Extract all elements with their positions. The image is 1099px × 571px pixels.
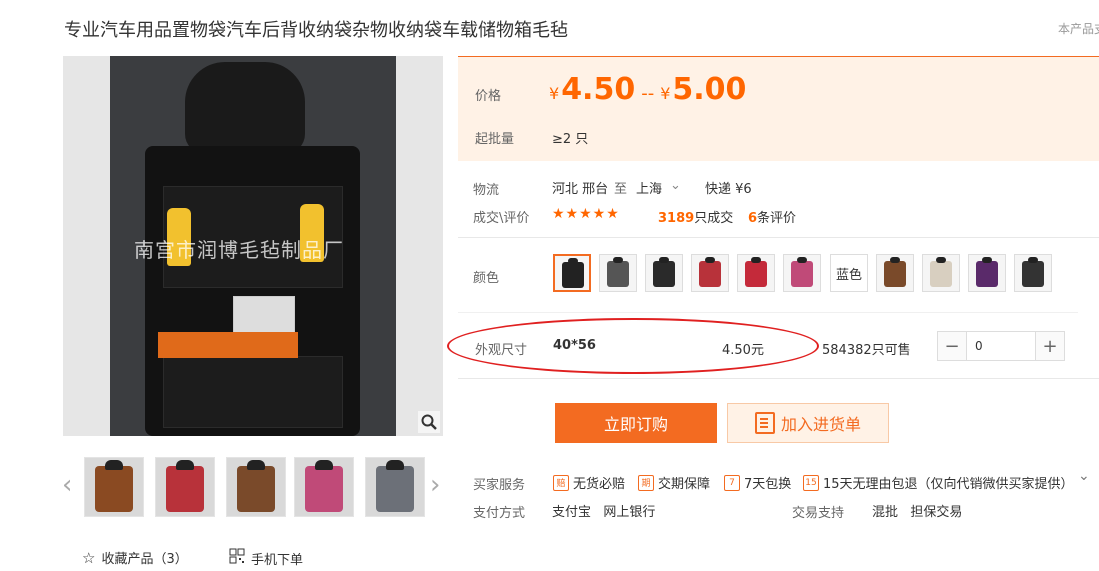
size-value: 40*56 — [553, 338, 596, 353]
services-label: 买家服务 — [473, 478, 526, 493]
favorite-label: 收藏产品（3） — [101, 552, 188, 567]
side-note: 本产品支 — [1058, 22, 1099, 36]
qr-code-icon — [229, 548, 245, 568]
minus-button[interactable]: − — [938, 332, 966, 360]
ship-from: 河北 邢台 — [552, 182, 609, 197]
product-title: 专业汽车用品置物袋汽车后背收纳袋杂物收纳袋车载储物箱毛毡 — [64, 20, 568, 41]
price-low: 4.50 — [561, 72, 636, 107]
express-fee: 快递 ¥6 — [705, 182, 752, 197]
color-swatch-5[interactable] — [737, 254, 775, 292]
service-text: 交期保障 — [658, 477, 711, 492]
price-range: ¥ 4.50 -- ¥ 5.00 — [549, 72, 746, 107]
price-separator: -- — [641, 83, 655, 104]
mobile-order-label: 手机下单 — [251, 552, 304, 568]
quantity-stepper[interactable]: − 0 + — [937, 331, 1065, 361]
price-label: 价格 — [475, 89, 502, 104]
delivery-guarantee-icon: 期 — [638, 474, 654, 491]
thumb-next-arrow-icon[interactable]: › — [430, 470, 440, 500]
product-photo: 南宫市润博毛毡制品厂 — [110, 56, 396, 436]
deals-count-link[interactable]: 3189只成交 — [658, 207, 733, 226]
plus-button[interactable]: + — [1036, 332, 1064, 360]
color-option-blue[interactable]: 蓝色 — [830, 254, 868, 292]
mobile-order-link[interactable]: 手机下单 — [229, 548, 303, 568]
thumbnail-1[interactable] — [84, 457, 144, 517]
ship-to-word: 至 — [614, 182, 628, 197]
currency-symbol: ¥ — [660, 84, 671, 103]
main-product-image[interactable]: 南宫市润博毛毡制品厂 — [63, 56, 443, 436]
thumbnail-4[interactable] — [294, 457, 354, 517]
quantity-input[interactable]: 0 — [966, 332, 1036, 360]
moq-value: ≥2 只 — [552, 132, 589, 147]
stock-available: 584382只可售 — [822, 343, 911, 358]
reviews-text: 条评价 — [757, 211, 797, 226]
thumbnail-2[interactable] — [155, 457, 215, 517]
compensation-icon: 赔 — [553, 474, 569, 491]
service-text: 15天无理由包退（仅向代销微供买家提供） — [823, 477, 1074, 492]
clipboard-icon — [754, 412, 775, 434]
currency-symbol: ¥ — [549, 84, 560, 103]
color-swatch-1[interactable] — [553, 254, 591, 292]
trade-label: 成交\评价 — [473, 211, 530, 226]
ship-to-select[interactable]: 上海 ⌄ — [636, 178, 681, 197]
magnifier-icon[interactable] — [418, 411, 440, 433]
color-swatch-2[interactable] — [599, 254, 637, 292]
headrest-shape — [185, 62, 305, 154]
add-to-cart-button[interactable]: 加入进货单 — [727, 403, 889, 443]
service-text: 7天包换 — [744, 477, 792, 492]
deals-text: 只成交 — [694, 211, 734, 226]
trade-support-methods: 混批 担保交易 — [872, 505, 963, 520]
service-item-2[interactable]: 期 交期保障 — [638, 473, 710, 492]
color-swatch-4[interactable] — [691, 254, 729, 292]
service-item-1[interactable]: 赔 无货必赔 — [553, 473, 625, 492]
price-high: 5.00 — [672, 72, 747, 107]
thumbnail-5[interactable] — [365, 457, 425, 517]
divider — [458, 312, 1078, 313]
seven-day-exchange-icon: 7 — [724, 474, 740, 491]
service-text: 无货必赔 — [573, 477, 626, 492]
logistics-label: 物流 — [473, 183, 500, 198]
thumb-prev-arrow-icon[interactable]: ‹ — [62, 470, 72, 500]
deals-count: 3189 — [658, 211, 695, 226]
service-item-3[interactable]: 7 7天包换 — [724, 473, 791, 492]
color-swatch-10[interactable] — [1014, 254, 1052, 292]
color-swatch-7[interactable] — [876, 254, 914, 292]
chevron-down-icon: ⌄ — [670, 178, 681, 193]
ship-to-value: 上海 — [636, 182, 663, 197]
star-outline-icon: ☆ — [82, 548, 96, 567]
color-swatch-9[interactable] — [968, 254, 1006, 292]
color-label: 颜色 — [473, 271, 500, 286]
payment-label: 支付方式 — [473, 506, 526, 521]
divider — [458, 237, 1099, 238]
reviews-count: 6 — [748, 211, 758, 226]
buy-now-button[interactable]: 立即订购 — [555, 403, 717, 443]
color-swatch-8[interactable] — [922, 254, 960, 292]
payment-methods: 支付宝 网上银行 — [552, 505, 656, 520]
trade-support-label: 交易支持 — [792, 506, 845, 521]
color-swatch-3[interactable] — [645, 254, 683, 292]
add-to-cart-label: 加入进货单 — [780, 415, 861, 434]
size-label: 外观尺寸 — [475, 343, 528, 358]
expand-chevron-down-icon[interactable]: ⌄ — [1078, 468, 1090, 484]
color-swatch-6[interactable] — [783, 254, 821, 292]
image-watermark: 南宫市润博毛毡制品厂 — [134, 238, 344, 262]
service-item-4[interactable]: 15 15天无理由包退（仅向代销微供买家提供） — [803, 473, 1074, 492]
thumbnail-3[interactable] — [226, 457, 286, 517]
rating-stars: ★★★★★ — [552, 206, 620, 222]
fifteen-day-return-icon: 15 — [803, 474, 819, 491]
organizer-shape — [145, 146, 360, 436]
favorite-link[interactable]: ☆ 收藏产品（3） — [82, 548, 188, 568]
size-price: 4.50元 — [722, 343, 764, 358]
moq-label: 起批量 — [475, 132, 515, 147]
divider — [458, 378, 1099, 379]
reviews-link[interactable]: 6条评价 — [748, 207, 796, 226]
